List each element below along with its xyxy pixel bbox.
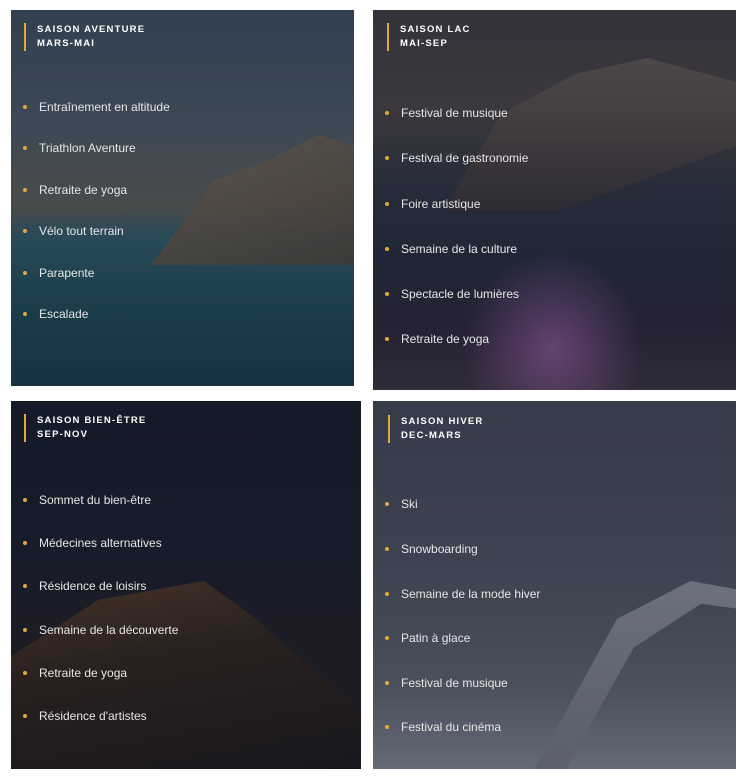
list-item: Festival de musique: [385, 676, 508, 690]
bullet-icon: [385, 501, 389, 506]
bullet-icon: [385, 155, 389, 160]
list-item: Foire artistique: [385, 197, 480, 211]
season-card-bien-etre: SAISON BIEN-ÊTRE SEP-NOV Sommet du bien-…: [11, 401, 361, 769]
list-item: Retraite de yoga: [23, 666, 127, 680]
list-item: Retraite de yoga: [23, 183, 127, 197]
season-card-lac: SAISON LAC MAI-SEP Festival de musique F…: [373, 10, 736, 390]
season-title: SAISON AVENTURE: [37, 24, 146, 35]
list-item: Patin à glace: [385, 631, 470, 645]
bullet-icon: [23, 583, 27, 588]
season-card-aventure: SAISON AVENTURE MARS-MAI Entraînement en…: [11, 10, 354, 386]
bullet-icon: [385, 546, 389, 551]
season-title: SAISON LAC: [400, 24, 471, 35]
list-item: Snowboarding: [385, 542, 478, 556]
list-item: Entraînement en altitude: [23, 100, 170, 114]
bullet-icon: [385, 635, 389, 640]
bullet-icon: [23, 627, 27, 632]
list-item: Semaine de la découverte: [23, 623, 178, 637]
season-period: MAI-SEP: [400, 38, 448, 49]
season-header: SAISON LAC MAI-SEP: [387, 23, 471, 51]
bullet-icon: [385, 336, 389, 341]
list-item: Spectacle de lumières: [385, 287, 519, 301]
bullet-icon: [23, 145, 27, 150]
list-item: Sommet du bien-être: [23, 493, 151, 507]
list-item: Semaine de la mode hiver: [385, 587, 540, 601]
list-item: Médecines alternatives: [23, 536, 162, 550]
bullet-icon: [385, 291, 389, 296]
season-period: SEP-NOV: [37, 429, 89, 440]
bullet-icon: [23, 713, 27, 718]
list-item: Semaine de la culture: [385, 242, 517, 256]
list-item: Parapente: [23, 266, 94, 280]
list-item: Escalade: [23, 307, 88, 321]
list-item: Vélo tout terrain: [23, 224, 124, 238]
season-card-hiver: SAISON HIVER DEC-MARS Ski Snowboarding S…: [373, 401, 736, 769]
bullet-icon: [385, 110, 389, 115]
season-header: SAISON HIVER DEC-MARS: [388, 415, 484, 443]
season-title: SAISON BIEN-ÊTRE: [37, 415, 147, 426]
bullet-icon: [23, 104, 27, 109]
bullet-icon: [385, 246, 389, 251]
bullet-icon: [23, 187, 27, 192]
bullet-icon: [23, 311, 27, 316]
season-header: SAISON BIEN-ÊTRE SEP-NOV: [24, 414, 146, 442]
bullet-icon: [385, 724, 389, 729]
season-title: SAISON HIVER: [401, 416, 484, 427]
list-item: Retraite de yoga: [385, 332, 489, 346]
bullet-icon: [23, 670, 27, 675]
list-item: Triathlon Aventure: [23, 141, 136, 155]
bullet-icon: [385, 201, 389, 206]
season-period: DEC-MARS: [401, 430, 462, 441]
bullet-icon: [23, 540, 27, 545]
list-item: Festival du cinéma: [385, 720, 501, 734]
list-item: Résidence de loisirs: [23, 579, 146, 593]
list-item: Festival de gastronomie: [385, 151, 528, 165]
list-item: Festival de musique: [385, 106, 508, 120]
season-header: SAISON AVENTURE MARS-MAI: [24, 23, 145, 51]
season-period: MARS-MAI: [37, 38, 96, 49]
list-item: Ski: [385, 497, 418, 511]
list-item: Résidence d'artistes: [23, 709, 147, 723]
bullet-icon: [385, 591, 389, 596]
bullet-icon: [385, 680, 389, 685]
bullet-icon: [23, 228, 27, 233]
bullet-icon: [23, 497, 27, 502]
bullet-icon: [23, 270, 27, 275]
